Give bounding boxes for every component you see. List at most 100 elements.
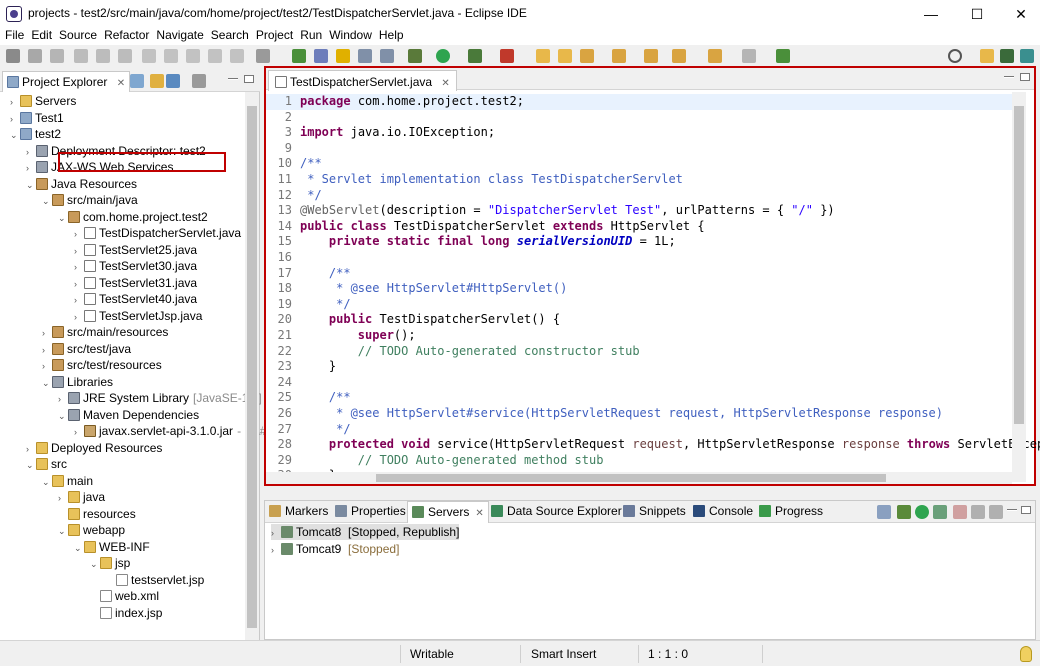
tree-scroll-thumb[interactable]	[247, 106, 257, 628]
tree-expand-arrow-icon[interactable]: ›	[58, 490, 68, 506]
tree-expand-arrow-icon[interactable]: ›	[26, 441, 36, 457]
run-icon[interactable]	[436, 49, 450, 63]
filter-icon[interactable]	[166, 74, 180, 88]
tree-expand-arrow-icon[interactable]: ›	[10, 111, 20, 127]
tree-expand-arrow-icon[interactable]: ›	[42, 342, 52, 358]
save-all-icon[interactable]	[50, 49, 64, 63]
pin-editor-icon[interactable]	[776, 49, 790, 63]
step-return-icon[interactable]	[208, 49, 222, 63]
tab-servers[interactable]: Servers ✕	[407, 501, 489, 523]
editor-hscroll-thumb[interactable]	[376, 474, 886, 482]
menu-source[interactable]: Source	[57, 28, 99, 43]
tab-console[interactable]: Console	[693, 504, 753, 518]
terminate-icon[interactable]	[118, 49, 132, 63]
code-line[interactable]: 28 protected void service(HttpServletReq…	[266, 437, 1040, 453]
tree-item[interactable]: ⌄ Libraries	[42, 374, 113, 390]
highlight-icon[interactable]	[336, 49, 350, 63]
tree-item[interactable]: ›javax.servlet-api-3.1.0.jar- C:\#	[74, 423, 266, 439]
run-external-icon[interactable]	[500, 49, 514, 63]
block-selection-icon[interactable]	[358, 49, 372, 63]
code-line[interactable]: 26 * @see HttpServlet#service(HttpServle…	[266, 406, 1026, 422]
debug-server-icon[interactable]	[897, 505, 911, 519]
tree-item[interactable]: › TestServlet40.java	[74, 291, 197, 307]
previous-annotation-icon[interactable]	[644, 49, 658, 63]
tab-project-explorer[interactable]: Project Explorer ✕	[2, 71, 131, 92]
code-line[interactable]: 21 super();	[266, 328, 1026, 344]
tree-expand-arrow-icon[interactable]: ⌄	[58, 408, 68, 424]
tree-item[interactable]: › Servers	[10, 93, 76, 109]
tree-item[interactable]: web.xml	[90, 588, 159, 604]
tree-expand-arrow-icon[interactable]: ›	[74, 309, 84, 325]
tree-expand-arrow-icon[interactable]: ⌄	[74, 540, 84, 556]
tab-data-source-explorer[interactable]: Data Source Explorer	[491, 504, 622, 518]
code-line[interactable]: 17 /**	[266, 266, 1026, 282]
tab-snippets[interactable]: Snippets	[623, 504, 686, 518]
collapse-all-servers-icon[interactable]	[877, 505, 891, 519]
tree-item[interactable]: ⌄ jsp	[90, 555, 130, 571]
publish-icon[interactable]	[971, 505, 985, 519]
minimize-editor-icon[interactable]	[1004, 76, 1014, 78]
debug-perspective-icon[interactable]	[1020, 49, 1034, 63]
code-line[interactable]: 2	[266, 110, 1026, 126]
tab-markers[interactable]: Markers	[269, 504, 328, 518]
close-tab-icon[interactable]: ✕	[117, 78, 125, 89]
lightbulb-icon[interactable]	[1020, 646, 1032, 662]
menu-edit[interactable]: Edit	[29, 28, 54, 43]
tree-item[interactable]: ⌄ com.home.project.test2	[58, 209, 208, 225]
tree-expand-arrow-icon[interactable]: ⌄	[26, 457, 36, 473]
code-line[interactable]: 18 * @see HttpServlet#HttpServlet()	[266, 281, 1026, 297]
minimize-view-icon[interactable]	[228, 78, 238, 80]
tree-expand-arrow-icon[interactable]: ›	[58, 391, 68, 407]
code-line[interactable]: 3 import java.io.IOException;	[266, 125, 1026, 141]
view-menu-icon[interactable]	[192, 74, 206, 88]
maximize-editor-icon[interactable]	[1020, 73, 1030, 81]
tree-expand-arrow-icon[interactable]: ⌄	[58, 210, 68, 226]
tab-testdispatcherservlet[interactable]: TestDispatcherServlet.java ✕	[268, 70, 457, 91]
tree-item[interactable]: › JAX-WS Web Services	[26, 159, 173, 175]
server-row-tomcat9[interactable]: › Tomcat9 [Stopped]	[271, 541, 399, 557]
tree-expand-arrow-icon[interactable]: ›	[74, 276, 84, 292]
code-line[interactable]: 15 private static final long serialVersi…	[266, 234, 1026, 250]
code-line[interactable]: 23 }	[266, 359, 1026, 375]
maximize-button[interactable]: ☐	[954, 0, 1000, 28]
code-line[interactable]: 10 /**	[266, 156, 1026, 172]
open-type-icon[interactable]	[558, 49, 572, 63]
code-line[interactable]: 14 public class TestDispatcherServlet ext…	[266, 219, 1026, 235]
tree-item[interactable]: › TestServlet31.java	[74, 275, 197, 291]
menu-window[interactable]: Window	[327, 28, 374, 43]
external-tools-icon[interactable]	[292, 49, 306, 63]
tree-item[interactable]: › JRE System Library [JavaSE-1.8]	[58, 390, 262, 406]
tree-item[interactable]: › src/test/java	[42, 341, 131, 357]
code-line[interactable]: 1 package com.home.project.test2;	[266, 94, 1026, 110]
tree-item[interactable]: ⌄ Maven Dependencies	[58, 407, 199, 423]
tree-item[interactable]: › Test1	[10, 110, 64, 126]
tree-item[interactable]: › TestServlet25.java	[74, 242, 197, 258]
new-icon[interactable]	[6, 49, 20, 63]
tree-item[interactable]: ⌄ main	[42, 473, 93, 489]
tree-expand-arrow-icon[interactable]: ⌄	[26, 177, 36, 193]
step-over-icon[interactable]	[186, 49, 200, 63]
tree-expand-arrow-icon[interactable]: ⌄	[10, 127, 20, 143]
tree-item[interactable]: ⌄ WEB-INF	[74, 539, 150, 555]
suspend-icon[interactable]	[96, 49, 110, 63]
close-editor-icon[interactable]: ✕	[441, 78, 449, 89]
coverage-icon[interactable]	[468, 49, 482, 63]
tree-expand-arrow-icon[interactable]: ›	[74, 292, 84, 308]
tree-expand-arrow-icon[interactable]: ›	[74, 243, 84, 259]
search-icon[interactable]	[580, 49, 594, 63]
tree-expand-arrow-icon[interactable]: ›	[10, 94, 20, 110]
menu-project[interactable]: Project	[254, 28, 295, 43]
code-line[interactable]: 27 */	[266, 422, 1026, 438]
tree-item[interactable]: › java	[58, 489, 105, 505]
tab-progress[interactable]: Progress	[759, 504, 823, 518]
new-java-package-icon[interactable]	[536, 49, 550, 63]
link-with-editor-icon[interactable]	[150, 74, 164, 88]
toggle-mark-occurrences-icon[interactable]	[314, 49, 328, 63]
code-line[interactable]: 19 */	[266, 297, 1026, 313]
tree-item[interactable]: ⌄ Java Resources	[26, 176, 137, 192]
tree-item[interactable]: › src/main/resources	[42, 324, 168, 340]
start-server-icon[interactable]	[915, 505, 929, 519]
menu-refactor[interactable]: Refactor	[102, 28, 151, 43]
tree-item[interactable]: › Deployment Descriptor: test2	[26, 143, 206, 159]
collapse-all-icon[interactable]	[130, 74, 144, 88]
